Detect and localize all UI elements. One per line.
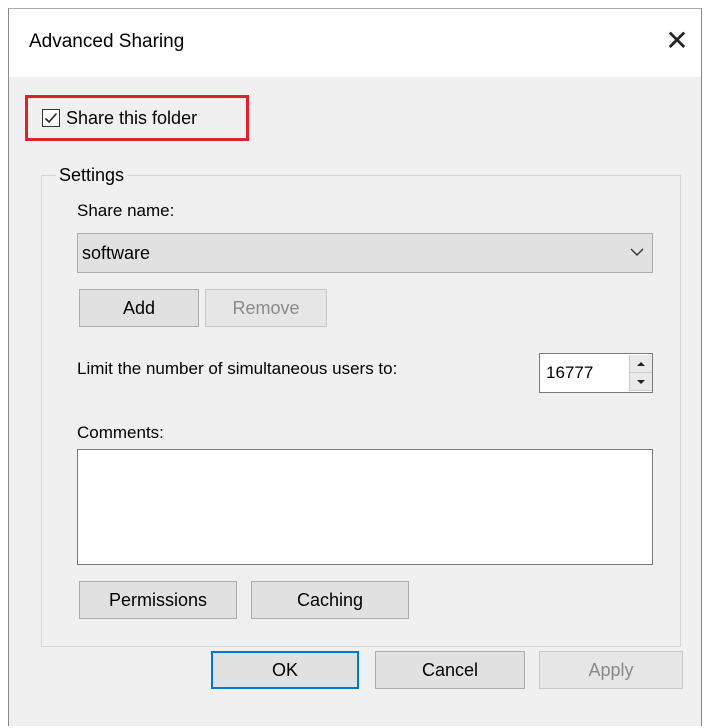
comments-label: Comments: — [77, 423, 164, 442]
ok-button[interactable]: OK — [211, 651, 359, 689]
advanced-sharing-dialog: Advanced Sharing ✕ Share this folder Set… — [8, 8, 702, 726]
cancel-button[interactable]: Cancel — [375, 651, 525, 689]
share-this-folder-label[interactable]: Share this folder — [66, 108, 197, 129]
close-icon[interactable]: ✕ — [657, 21, 697, 61]
share-name-combobox[interactable]: software — [77, 233, 653, 273]
permissions-button[interactable]: Permissions — [79, 581, 237, 619]
caching-button[interactable]: Caching — [251, 581, 409, 619]
checkmark-icon — [44, 112, 58, 124]
share-name-value: software — [82, 242, 151, 263]
chevron-down-icon[interactable] — [622, 244, 652, 262]
remove-button[interactable]: Remove — [205, 289, 327, 327]
share-name-label: Share name: — [77, 201, 175, 220]
spin-up-icon[interactable] — [630, 355, 652, 373]
comments-textarea[interactable] — [77, 449, 653, 565]
limit-users-label: Limit the number of simultaneous users t… — [77, 359, 398, 378]
settings-legend: Settings — [59, 165, 125, 185]
user-limit-spinner[interactable]: 16777 — [539, 353, 653, 393]
spinner-arrows — [629, 355, 652, 391]
user-limit-value[interactable]: 16777 — [546, 363, 629, 383]
share-this-folder-checkbox[interactable] — [42, 109, 60, 127]
share-this-folder-highlight: Share this folder — [25, 95, 249, 141]
title-bar: Advanced Sharing ✕ — [9, 9, 701, 77]
apply-button[interactable]: Apply — [539, 651, 683, 689]
spin-down-icon[interactable] — [630, 373, 652, 391]
background-window-strip — [0, 0, 704, 8]
dialog-body: Share this folder Settings Share name: s… — [9, 77, 701, 726]
window-title: Advanced Sharing — [29, 31, 185, 52]
add-button[interactable]: Add — [79, 289, 199, 327]
